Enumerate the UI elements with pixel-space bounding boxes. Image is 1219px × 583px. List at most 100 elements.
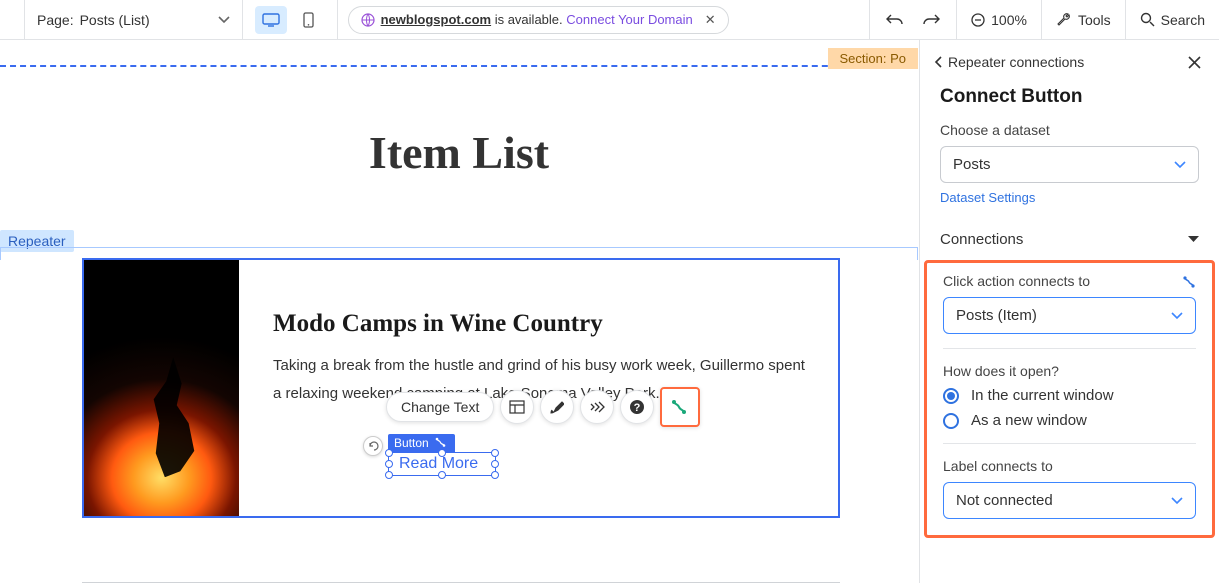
- connect-domain-link[interactable]: Connect Your Domain: [566, 12, 692, 27]
- animation-button[interactable]: [580, 390, 614, 424]
- domain-pill-region: newblogspot.com is available. Connect Yo…: [348, 6, 860, 34]
- panel-close-button[interactable]: [1188, 56, 1201, 69]
- desktop-icon: [262, 13, 280, 27]
- reset-icon: [1182, 274, 1196, 288]
- panel-title: Connect Button: [920, 80, 1219, 122]
- domain-name: newblogspot.com: [381, 12, 492, 27]
- connect-data-button[interactable]: [660, 387, 700, 427]
- layout-icon: [509, 400, 525, 414]
- dataset-settings-link[interactable]: Dataset Settings: [940, 190, 1035, 205]
- section-tag[interactable]: Section: Po: [828, 48, 919, 69]
- mobile-icon: [303, 12, 314, 28]
- redo-button[interactable]: [922, 13, 940, 27]
- selection-tag-text: Button: [394, 436, 429, 450]
- choose-dataset-label: Choose a dataset: [940, 122, 1199, 138]
- editor-canvas[interactable]: Section: Po Item List Repeater Modo Camp…: [0, 40, 918, 583]
- help-button[interactable]: ?: [620, 390, 654, 424]
- panel-back-label: Repeater connections: [948, 54, 1084, 70]
- domain-pill[interactable]: newblogspot.com is available. Connect Yo…: [348, 6, 729, 34]
- resize-handle[interactable]: [385, 449, 393, 457]
- connections-panel: Repeater connections Connect Button Choo…: [919, 40, 1219, 583]
- chevron-down-icon: [218, 16, 230, 24]
- resize-handle[interactable]: [491, 460, 499, 468]
- change-text-button[interactable]: Change Text: [386, 392, 494, 422]
- close-icon[interactable]: ✕: [705, 12, 716, 28]
- globe-icon: [361, 13, 375, 27]
- connections-accordion[interactable]: Connections: [920, 221, 1219, 258]
- panel-back-button[interactable]: Repeater connections: [934, 54, 1084, 70]
- button-text: Read More: [399, 455, 478, 472]
- data-bound-icon: [435, 436, 449, 450]
- paintbrush-icon: [550, 400, 564, 414]
- page-selector[interactable]: Page: Posts (List): [25, 0, 243, 39]
- label-connects-select[interactable]: Not connected: [943, 482, 1196, 519]
- redo-icon: [922, 13, 940, 27]
- zoom-value: 100%: [991, 12, 1027, 28]
- undo-icon: [886, 13, 904, 27]
- resize-handle[interactable]: [438, 471, 446, 479]
- reset-connection-button[interactable]: [1182, 274, 1196, 288]
- resize-handle[interactable]: [491, 471, 499, 479]
- panel-header: Repeater connections: [920, 40, 1219, 80]
- animation-icon: [589, 401, 605, 413]
- item-title[interactable]: Modo Camps in Wine Country: [273, 310, 814, 338]
- device-switcher: [243, 0, 338, 39]
- chevron-left-icon: [934, 56, 942, 68]
- item-image[interactable]: [84, 260, 239, 516]
- resize-handle[interactable]: [385, 460, 393, 468]
- reset-button[interactable]: [363, 436, 383, 456]
- caret-down-icon: [1188, 236, 1199, 243]
- click-action-select[interactable]: Posts (Item): [943, 297, 1196, 334]
- wrench-icon: [1056, 12, 1072, 28]
- divider: [943, 348, 1196, 349]
- page-value: Posts (List): [80, 12, 150, 28]
- chevron-down-icon: [1174, 161, 1186, 169]
- radio-checked-icon: [943, 388, 959, 404]
- resize-handle[interactable]: [385, 471, 393, 479]
- zoom-out-icon: [971, 13, 985, 27]
- undo-redo-group: [869, 0, 956, 39]
- top-bar: Page: Posts (List) newblogspot.com is av…: [0, 0, 1219, 40]
- undo-button[interactable]: [886, 13, 904, 27]
- resize-handle[interactable]: [491, 449, 499, 457]
- section-boundary: [0, 65, 918, 67]
- connection-highlight-region: Click action connects to Posts (Item) Ho…: [924, 260, 1215, 538]
- divider: [943, 443, 1196, 444]
- menu-dropdown[interactable]: [0, 0, 25, 39]
- zoom-control[interactable]: 100%: [956, 0, 1041, 39]
- close-icon: [1188, 56, 1201, 69]
- search-label: Search: [1161, 12, 1205, 28]
- domain-available-text: is available.: [491, 12, 563, 27]
- resize-handle[interactable]: [438, 449, 446, 457]
- chevron-down-icon: [1171, 497, 1183, 505]
- open-new-window-option[interactable]: As a new window: [943, 412, 1196, 429]
- page-label: Page:: [37, 12, 74, 28]
- mobile-view-button[interactable]: [293, 6, 325, 34]
- desktop-view-button[interactable]: [255, 6, 287, 34]
- svg-text:?: ?: [634, 402, 641, 414]
- open-mode-label: How does it open?: [943, 363, 1196, 379]
- tools-label: Tools: [1078, 12, 1111, 28]
- dataset-value: Posts: [953, 156, 991, 173]
- layout-button[interactable]: [500, 390, 534, 424]
- dataset-select[interactable]: Posts: [940, 146, 1199, 183]
- page-title[interactable]: Item List: [0, 126, 918, 179]
- open-current-window-option[interactable]: In the current window: [943, 387, 1196, 404]
- open-current-label: In the current window: [971, 387, 1114, 404]
- search-icon: [1140, 12, 1155, 27]
- undo-small-icon: [368, 441, 379, 452]
- label-connects-label: Label connects to: [943, 458, 1196, 474]
- data-connect-icon: [671, 398, 689, 416]
- help-icon: ?: [629, 399, 645, 415]
- search-button[interactable]: Search: [1125, 0, 1219, 39]
- chevron-down-icon: [1171, 312, 1183, 320]
- design-button[interactable]: [540, 390, 574, 424]
- read-more-button[interactable]: Read More: [388, 452, 496, 476]
- click-action-value: Posts (Item): [956, 307, 1037, 324]
- tools-button[interactable]: Tools: [1041, 0, 1125, 39]
- label-connects-value: Not connected: [956, 492, 1053, 509]
- button-selection: Button Read More: [388, 434, 496, 476]
- connections-label: Connections: [940, 231, 1023, 248]
- open-new-label: As a new window: [971, 412, 1087, 429]
- radio-unchecked-icon: [943, 413, 959, 429]
